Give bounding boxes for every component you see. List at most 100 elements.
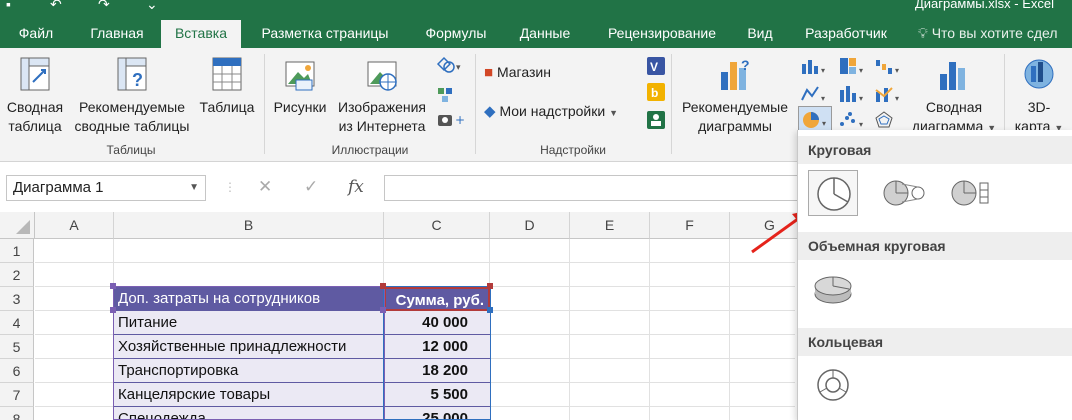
doughnut-icon (817, 369, 849, 401)
waterfall-chart-icon[interactable]: ▾ (874, 56, 904, 76)
selection-handle[interactable] (110, 283, 116, 289)
selection-handle[interactable] (110, 307, 116, 313)
selection-handle[interactable] (487, 283, 493, 289)
ribbon-tabs: Файл Главная Вставка Разметка страницы Ф… (0, 18, 1072, 48)
pivot-chart-label-1: Сводная (925, 99, 983, 115)
formula-input[interactable] (384, 175, 804, 201)
3d-map-button[interactable]: 3D- карта ▼ (1010, 54, 1068, 138)
combo-chart-icon[interactable]: ▾ (874, 84, 904, 104)
tab-view[interactable]: Вид (740, 18, 780, 48)
hierarchy-chart-icon[interactable]: ▾ (838, 56, 868, 76)
selection-range-b (113, 286, 385, 420)
redo-icon[interactable]: ↷ (98, 0, 110, 13)
smartart-icon[interactable] (436, 84, 466, 104)
pivot-table-icon (20, 57, 50, 91)
row-header-1[interactable]: 1 (0, 239, 34, 263)
svg-text:▾: ▾ (822, 119, 826, 128)
tab-developer[interactable]: Разработчик (786, 18, 906, 48)
visio-icon[interactable]: V (646, 56, 666, 76)
tab-page-layout[interactable]: Разметка страницы (244, 18, 406, 48)
shapes-icon[interactable]: ▾ (436, 56, 466, 76)
save-icon[interactable]: ▪ (6, 0, 11, 12)
pie-chart-button-active[interactable]: ▾ (798, 106, 832, 132)
svg-text:V: V (650, 60, 658, 74)
online-pictures-label-2: из Интернета (338, 118, 426, 134)
pie-of-pie-icon (883, 180, 925, 206)
column-header-d[interactable]: D (490, 212, 570, 239)
tab-insert[interactable]: Вставка (161, 20, 241, 48)
pictures-button[interactable]: Рисунки (268, 54, 332, 117)
gridline (729, 239, 730, 420)
row-header-7[interactable]: 7 (0, 383, 34, 407)
recommended-charts-button[interactable]: ? Рекомендуемые диаграммы (676, 54, 794, 136)
gridline (569, 239, 570, 420)
bar-of-pie-option[interactable] (946, 170, 996, 216)
table-icon (212, 57, 242, 91)
insert-function-icon[interactable]: fx (348, 177, 364, 197)
pictures-icon (285, 61, 315, 91)
people-graph-icon[interactable] (646, 110, 666, 130)
radar-chart-icon[interactable] (874, 110, 904, 130)
tell-me-text: Что вы хотите сдел (931, 25, 1058, 41)
gridline (649, 239, 650, 420)
table-button[interactable]: Таблица (196, 54, 258, 117)
title-bar: ▪ ↶ ↷ ⌄ Диаграммы.xlsx - Excel (0, 0, 1072, 18)
tab-home[interactable]: Главная (76, 18, 158, 48)
recommended-pivot-button[interactable]: ? Рекомендуемые сводные таблицы (72, 54, 192, 136)
bar-of-pie-icon (951, 180, 989, 206)
name-box[interactable]: Диаграмма 1 ▼ (6, 175, 206, 201)
stat-chart-icon[interactable]: ▾ (838, 84, 868, 104)
store-button[interactable]: ■ Магазин (484, 64, 551, 81)
3d-pie-option[interactable] (808, 266, 858, 312)
row-header-6[interactable]: 6 (0, 359, 34, 383)
row-header-4[interactable]: 4 (0, 311, 34, 335)
resize-dots-icon[interactable]: ⋮ (224, 180, 236, 194)
select-all-icon (16, 220, 30, 234)
column-header-c[interactable]: C (384, 212, 490, 239)
pivot-chart-button[interactable]: Сводная диаграмма ▼ (908, 54, 1000, 138)
svg-text:▾: ▾ (821, 66, 825, 75)
column-header-a[interactable]: A (35, 212, 114, 239)
store-label: Магазин (496, 64, 551, 80)
recommended-charts-label-2: диаграммы (698, 118, 772, 134)
cancel-icon[interactable]: ✕ (258, 177, 272, 197)
tell-me-box[interactable]: 💡︎ Что вы хотите сдел (918, 18, 1058, 48)
recommended-pivot-icon: ? (117, 57, 147, 91)
row-header-2[interactable]: 2 (0, 263, 34, 287)
selection-handle[interactable] (380, 307, 386, 313)
column-header-e[interactable]: E (570, 212, 650, 239)
pie-of-pie-option[interactable] (878, 170, 928, 216)
line-chart-icon[interactable]: ▾ (800, 84, 830, 104)
online-pictures-button[interactable]: Изображения из Интернета (332, 54, 432, 136)
pie-chart-option[interactable] (808, 170, 858, 216)
group-separator (264, 54, 265, 154)
table-label: Таблица (199, 99, 255, 115)
row-header-3[interactable]: 3 (0, 287, 34, 311)
group-label-addins: Надстройки (540, 143, 606, 157)
my-addins-button[interactable]: ◆ Мои надстройки ▼ (484, 102, 618, 120)
customize-qat-icon[interactable]: ⌄ (146, 0, 158, 13)
recommended-charts-icon: ? (721, 57, 750, 90)
bing-maps-icon[interactable]: b (646, 82, 666, 102)
tab-review[interactable]: Рецензирование (588, 18, 736, 48)
column-header-f[interactable]: F (650, 212, 730, 239)
selection-handle[interactable] (380, 283, 386, 289)
row-header-5[interactable]: 5 (0, 335, 34, 359)
tab-formulas[interactable]: Формулы (410, 18, 502, 48)
tab-file[interactable]: Файл (6, 18, 66, 48)
select-all-corner[interactable] (0, 212, 35, 239)
tab-data[interactable]: Данные (506, 18, 584, 48)
selection-handle[interactable] (487, 307, 493, 313)
column-header-b[interactable]: B (114, 212, 384, 239)
enter-icon[interactable]: ✓ (304, 177, 318, 197)
undo-icon[interactable]: ↶ (50, 0, 62, 13)
scatter-chart-icon[interactable]: ▾ (838, 110, 868, 130)
column-chart-icon[interactable]: ▾ (800, 56, 830, 76)
chevron-down-icon[interactable]: ▼ (189, 176, 199, 200)
screenshot-icon[interactable]: + (436, 110, 466, 130)
pivot-table-button[interactable]: Сводная таблица (2, 54, 68, 136)
svg-text:+: + (455, 113, 465, 127)
section-3d-pie: Объемная круговая (798, 232, 1072, 260)
doughnut-option[interactable] (808, 362, 858, 408)
row-header-8[interactable]: 8 (0, 407, 34, 420)
